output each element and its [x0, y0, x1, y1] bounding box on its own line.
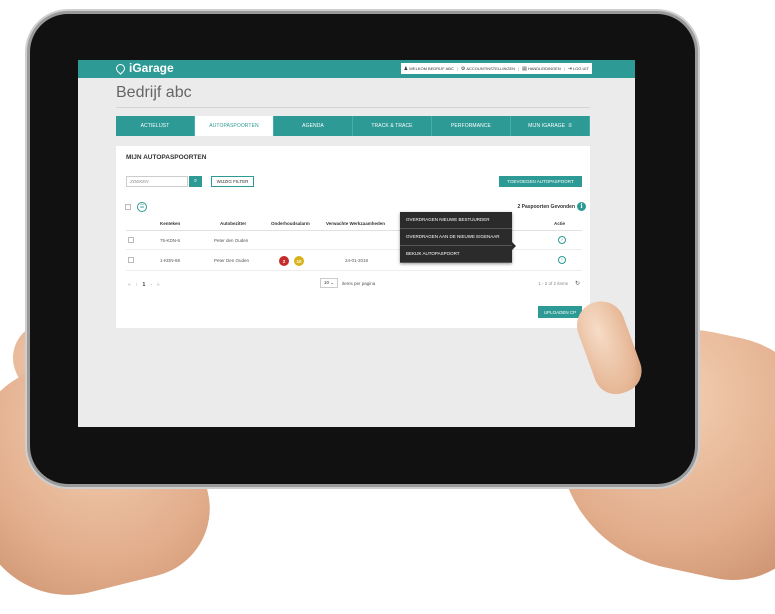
- column-header-actie: Actie: [554, 221, 566, 226]
- row-checkbox[interactable]: [128, 257, 134, 263]
- result-count: 2 Paspoorten Gevonden: [517, 204, 575, 210]
- column-header-autobezitter: Autobezitter: [220, 221, 247, 226]
- autopaspoorten-card: MIJN AUTOPASPOORTEN ZOEKEN ⌕ WIJZIG FILT…: [116, 146, 590, 328]
- divider: [126, 270, 582, 271]
- alarm-badge-yellow[interactable]: 10: [294, 256, 304, 266]
- add-autopaspoort-button[interactable]: TOEVOEGEN AUTOPASPOORT: [499, 176, 582, 187]
- tab-track-trace[interactable]: TRACK & TRACE: [353, 116, 432, 136]
- main-tabs: ACTIELIJST AUTOPASPOORTEN AGENDA TRACK &…: [116, 116, 590, 136]
- upload-cp-button[interactable]: UPLOADEN CP: [538, 306, 582, 318]
- divider: [116, 107, 590, 108]
- separator: |: [563, 66, 565, 71]
- column-header-onderhoudsalarm: Onderhoudsalarm: [271, 221, 310, 226]
- tab-autopaspoorten[interactable]: AUTOPASPOORTEN: [195, 116, 274, 136]
- first-page-button[interactable]: «: [128, 282, 131, 288]
- per-page-select[interactable]: 10 ⌄: [320, 278, 338, 288]
- select-all-checkbox[interactable]: [125, 204, 131, 210]
- kenteken-cell[interactable]: 1-KDN-68: [160, 258, 180, 263]
- filter-button[interactable]: WIJZIG FILTER: [211, 176, 254, 187]
- menu-item-transfer-driver[interactable]: OVERDRAGEN NIEUWE BESTUURDER: [400, 212, 512, 230]
- werkzaamheden-cell: 24-01-2018: [345, 258, 369, 263]
- row-action-button[interactable]: ›: [558, 236, 566, 244]
- menu-item-transfer-owner[interactable]: OVERDRAGEN AAN DE NIEUWE EIGENAAR: [400, 229, 512, 247]
- tab-agenda[interactable]: AGENDA: [274, 116, 353, 136]
- list-icon[interactable]: ☰: [137, 202, 147, 212]
- alarm-badge-red[interactable]: 2: [279, 256, 289, 266]
- column-header-werkzaamheden: Verwachte Werkzaamheden: [326, 221, 385, 226]
- divider: [126, 230, 582, 231]
- logout-icon: ⇥: [567, 65, 572, 72]
- section-title: MIJN AUTOPASPOORTEN: [126, 154, 207, 161]
- logo-text: iGarage: [129, 61, 174, 75]
- tab-actielijst[interactable]: ACTIELIJST: [116, 116, 195, 136]
- next-page-button[interactable]: ›: [150, 282, 152, 288]
- book-icon: ▤: [522, 65, 527, 72]
- logo[interactable]: iGarage: [114, 61, 174, 75]
- current-page[interactable]: 1: [142, 282, 145, 288]
- search-button[interactable]: ⌕: [189, 176, 202, 187]
- user-bar: ♟ WELKOM BEDRIJF ABC | ⚙ ACCOUNTINSTELLI…: [400, 63, 592, 74]
- pagination: « ‹ 1 › »: [128, 282, 160, 288]
- logout-link[interactable]: ⇥ LOG UIT: [568, 66, 589, 72]
- separator: |: [456, 66, 458, 71]
- separator: |: [518, 66, 520, 71]
- tab-performance[interactable]: PERFORMANCE: [432, 116, 511, 136]
- welcome-link[interactable]: ♟ WELKOM BEDRIJF ABC: [404, 66, 454, 72]
- prev-page-button[interactable]: ‹: [136, 282, 138, 288]
- manuals-link[interactable]: ▤ HANDLEIDINGEN: [522, 66, 561, 72]
- eigenaar-cell: Peter den Ouden: [214, 238, 249, 243]
- top-bar: iGarage ♟ WELKOM BEDRIJF ABC | ⚙ ACCOUNT…: [78, 60, 635, 78]
- account-settings-link[interactable]: ⚙ ACCOUNTINSTELLINGEN: [461, 66, 515, 72]
- tab-mijn-igarage[interactable]: MIJN IGARAGE ≡: [511, 116, 590, 136]
- menu-icon: ≡: [568, 123, 572, 129]
- last-page-button[interactable]: »: [157, 282, 160, 288]
- row-action-button[interactable]: ›: [558, 256, 566, 264]
- user-icon: ♟: [403, 65, 409, 72]
- tablet-screen: iGarage ♟ WELKOM BEDRIJF ABC | ⚙ ACCOUNT…: [78, 60, 635, 427]
- per-page-label: items per pagina: [342, 281, 376, 286]
- context-menu: OVERDRAGEN NIEUWE BESTUURDER OVERDRAGEN …: [400, 212, 516, 264]
- row-checkbox[interactable]: [128, 237, 134, 243]
- page-title: Bedrijf abc: [116, 84, 192, 101]
- gear-icon: ⚙: [460, 65, 466, 72]
- items-count: 1 - 2 of 2 items: [538, 281, 568, 286]
- eigenaar-cell: Peter Den Ouden: [214, 258, 250, 263]
- info-icon[interactable]: i: [577, 202, 586, 211]
- column-header-kenteken: Kenteken: [160, 221, 181, 226]
- kenteken-cell[interactable]: 75-KDN-6: [160, 238, 180, 243]
- search-input[interactable]: ZOEKEN: [126, 176, 188, 187]
- refresh-icon[interactable]: ↻: [575, 280, 580, 287]
- menu-pointer: [512, 242, 516, 250]
- location-pin-icon: [114, 61, 127, 75]
- menu-item-view-autopaspoort[interactable]: BEKIJK AUTOPASPOORT: [400, 246, 512, 264]
- search-icon: ⌕: [193, 178, 198, 184]
